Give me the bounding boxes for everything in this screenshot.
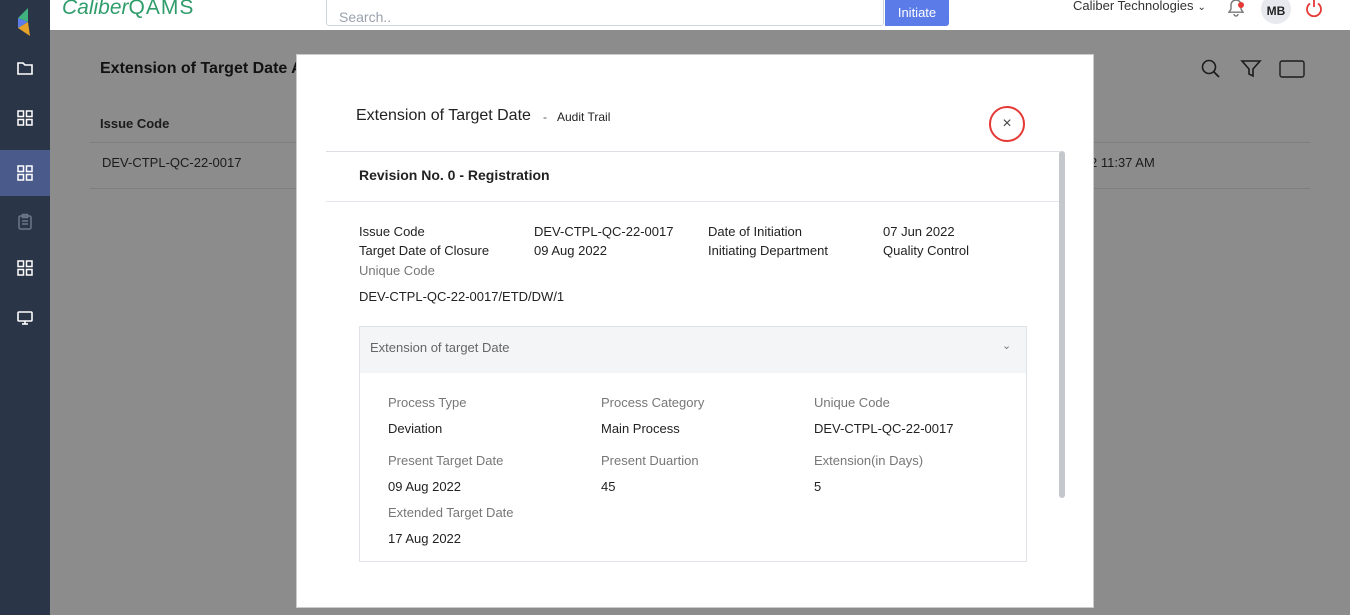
org-name: Caliber Technologies [1073,0,1194,13]
accordion-header[interactable]: Extension of target Date ⌄ [360,327,1026,373]
sidebar-item-folder[interactable] [0,48,50,88]
notification-badge [1238,2,1244,8]
power-icon[interactable] [1304,0,1324,18]
extended-target-date-label: Extended Target Date [388,505,514,520]
target-date-of-closure-label: Target Date of Closure [359,243,490,258]
unique-code-label: Unique Code [359,263,435,278]
modal-scroll-area[interactable]: Revision No. 0 - Registration Issue Code… [326,152,1070,609]
logo-icon[interactable] [14,8,36,36]
extended-target-date-value: 17 Aug 2022 [388,531,462,546]
target-date-of-closure-value: 09 Aug 2022 [534,243,608,258]
accordion-title: Extension of target Date [370,340,510,355]
top-header: CaliberQAMS Search.. Initiate Caliber Te… [50,0,1350,30]
date-of-initiation-label: Date of Initiation [708,224,802,239]
issue-code-value: DEV-CTPL-QC-22-0017 [534,224,674,239]
sidebar [0,0,50,615]
sidebar-item-modules[interactable] [0,150,50,196]
avatar[interactable]: MB [1261,0,1291,24]
revision-divider [326,201,1060,202]
extension-accordion: Extension of target Date ⌄ Process Type … [359,326,1027,562]
sidebar-item-tasks[interactable] [0,202,50,242]
accordion-unique-code-label: Unique Code [814,395,890,410]
title-separator: - [543,110,547,124]
process-category-value: Main Process [601,421,680,436]
sidebar-item-reports[interactable] [0,248,50,288]
audit-trail-modal: Extension of Target Date - Audit Trail ×… [296,54,1094,608]
accordion-unique-code-value: DEV-CTPL-QC-22-0017 [814,421,954,436]
present-target-date-value: 09 Aug 2022 [388,479,462,494]
process-type-label: Process Type [388,395,467,410]
present-duration-value: 45 [601,479,616,494]
clipboard-icon [18,213,32,230]
brand-logo[interactable]: CaliberQAMS [62,0,194,20]
extension-days-value: 5 [814,479,822,494]
initiating-department-label: Initiating Department [708,243,828,258]
folder-icon [17,62,33,75]
modal-title: Extension of Target Date [356,107,531,124]
close-button[interactable]: × [989,106,1025,142]
date-of-initiation-value: 07 Jun 2022 [883,224,955,239]
unique-code-value: DEV-CTPL-QC-22-0017/ETD/DW/1 [359,289,565,304]
modal-scrollbar[interactable] [1059,151,1065,498]
initiating-department-value: Quality Control [883,243,969,258]
present-target-date-label: Present Target Date [388,453,504,468]
sidebar-item-dashboard[interactable] [0,98,50,138]
monitor-icon [17,311,33,325]
close-icon: × [1002,115,1012,132]
chevron-down-icon: ⌄ [1197,2,1206,13]
grid-icon [17,260,33,276]
grid-icon [17,110,33,126]
process-category-label: Process Category [601,395,705,410]
extension-days-label: Extension(in Days) [814,453,924,468]
org-dropdown[interactable]: Caliber Technologies ⌄ [1073,0,1206,13]
present-duration-label: Present Duartion [601,453,699,468]
grid-icon [17,165,33,181]
initiate-button[interactable]: Initiate [885,0,949,26]
search-input[interactable]: Search.. [326,0,884,26]
modal-subtitle: Audit Trail [557,110,611,124]
process-type-value: Deviation [388,421,443,436]
chevron-down-icon: ⌄ [1002,340,1012,352]
revision-heading: Revision No. 0 - Registration [359,167,550,183]
issue-code-label: Issue Code [359,224,425,239]
sidebar-item-display[interactable] [0,298,50,338]
